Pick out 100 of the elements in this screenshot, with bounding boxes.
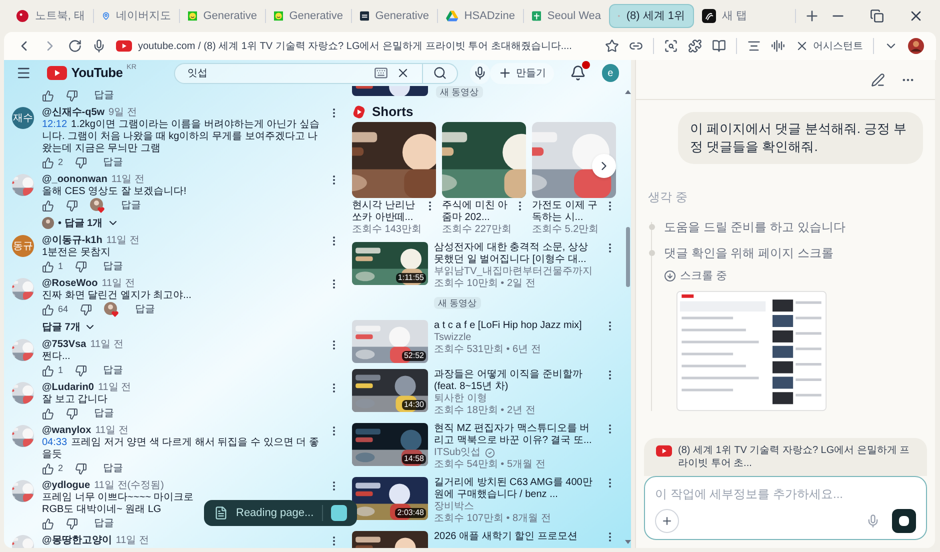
like-button[interactable]: [42, 408, 54, 420]
replies-toggle[interactable]: • 답글 1개: [42, 215, 119, 231]
verified-icon: [484, 448, 495, 458]
channel-name[interactable]: Tswizzle: [434, 332, 472, 344]
avatar[interactable]: 재수: [12, 107, 34, 129]
comment-time: 9일 전: [108, 107, 137, 119]
like-button[interactable]: 2: [42, 156, 64, 170]
thumbs-down-icon[interactable]: [75, 364, 88, 376]
search-button[interactable]: [423, 62, 458, 84]
stop-button[interactable]: [330, 505, 347, 521]
reply-button[interactable]: 답글: [117, 198, 145, 213]
comment-author[interactable]: @RoseWoo: [42, 278, 98, 290]
comment-author[interactable]: @신재수-q5w: [42, 107, 105, 119]
book-icon[interactable]: [712, 39, 726, 53]
restore-icon[interactable]: [870, 9, 884, 23]
menu-icon[interactable]: [16, 65, 32, 81]
comment-time: 11일 전: [106, 235, 140, 247]
edit-icon[interactable]: [871, 72, 885, 86]
reload-icon[interactable]: [68, 39, 82, 53]
thumbs-down-icon[interactable]: [66, 518, 78, 530]
reply-button[interactable]: 답글: [90, 88, 118, 103]
scan-search-icon[interactable]: [664, 39, 678, 53]
channel-name[interactable]: 퇴사한 이형: [434, 392, 487, 404]
add-button[interactable]: [655, 509, 679, 533]
browser-tab[interactable]: Generative: [352, 4, 437, 28]
video-title[interactable]: 삼성전자에 대한 충격적 소문, 상상 못했던 일 벌어집니다 [이형수 대...: [434, 242, 598, 266]
video-title[interactable]: 현직 MZ 편집자가 맥스튜디오를 버리고 맥북으로 바꾼 이유? 결국 또...: [434, 422, 598, 446]
short-title[interactable]: 현시각 난리난 쏘카 아반떼...: [352, 200, 422, 224]
timestamp-link[interactable]: 12:12: [42, 119, 68, 130]
reply-button[interactable]: 답글: [99, 259, 128, 274]
thumbs-down-icon[interactable]: [75, 156, 88, 168]
replies-toggle[interactable]: 답글 7개: [42, 319, 96, 335]
comment-text: 쩐다...: [42, 351, 72, 363]
browser-tab[interactable]: (8) 세계 1위: [609, 4, 694, 28]
comment-author[interactable]: @wanylox: [42, 425, 92, 437]
like-button[interactable]: [42, 518, 54, 530]
context-chip[interactable]: (8) 세계 1위 TV 기술력 자랑쇼? LG에서 은밀하게 프라이빗 투어 초...: [644, 438, 927, 476]
comment-time: 11일 전: [102, 278, 135, 290]
microphone-icon[interactable]: [92, 39, 106, 53]
thumbs-down-icon[interactable]: [80, 304, 92, 316]
like-button[interactable]: 64: [42, 302, 68, 316]
browser-tab[interactable]: Seoul Wea: [524, 4, 609, 28]
thumbs-down-icon[interactable]: [66, 408, 78, 420]
like-button[interactable]: [42, 200, 54, 212]
thumbs-down-icon[interactable]: [75, 462, 88, 474]
thumbs-down-icon[interactable]: [75, 260, 88, 272]
channel-name[interactable]: 장비박스: [434, 500, 474, 512]
star-icon[interactable]: [605, 39, 619, 53]
comment-author[interactable]: @753Vsa: [42, 339, 86, 351]
assistant-button[interactable]: 어시스턴트: [795, 38, 863, 54]
video-title[interactable]: 길거리에 방치된 C63 AMG를 400만 원에 구매했습니다 / benz ...: [434, 476, 598, 500]
short-title[interactable]: 가전도 이제 구독하는 시...: [532, 200, 602, 224]
search-field[interactable]: 잇섭: [174, 62, 424, 84]
comment-author[interactable]: @_oononwan: [42, 174, 108, 186]
message-input[interactable]: 이 작업에 세부정보를 추가하세요...: [655, 485, 916, 503]
message-field[interactable]: 이 작업에 세부정보를 추가하세요...: [644, 476, 927, 540]
like-button[interactable]: 2: [42, 462, 64, 476]
reply-button[interactable]: 답글: [90, 516, 118, 531]
short-title[interactable]: 주식에 미친 아줌마 202...: [442, 200, 512, 224]
create-button[interactable]: 만들기: [490, 62, 554, 84]
keyboard-icon[interactable]: [374, 66, 388, 80]
voice-search-button[interactable]: [470, 62, 490, 84]
reply-button[interactable]: 답글: [90, 406, 118, 421]
comment-author[interactable]: @몽땅한고양이: [42, 535, 112, 547]
browser-tab[interactable]: Generative: [266, 4, 351, 28]
like-button[interactable]: 1: [42, 364, 64, 378]
browser-tab[interactable]: 새 탭: [694, 4, 779, 28]
video-title[interactable]: a t c a f e [LoFi Hip hop Jazz mix]: [434, 320, 598, 332]
puzzle-icon[interactable]: [688, 39, 702, 53]
browser-tab[interactable]: 노트북, 태: [8, 4, 93, 28]
video-title[interactable]: 과장들은 어떻게 이직을 준비할까 (feat. 8~15년 차): [434, 368, 598, 392]
channel-name[interactable]: 부읽남TV_내집마련부터건물주까지: [434, 266, 592, 278]
browser-tab[interactable]: 네이버지도: [94, 4, 179, 28]
browser-tab[interactable]: HSADzine: [438, 4, 523, 28]
like-button[interactable]: [42, 90, 54, 102]
reply-button[interactable]: 답글: [99, 363, 128, 378]
lines-icon[interactable]: [747, 39, 761, 53]
audio-lines-icon[interactable]: [771, 39, 785, 53]
browser-tab[interactable]: Generative: [180, 4, 265, 28]
thumbs-down-icon[interactable]: [66, 90, 78, 102]
profile-avatar-icon[interactable]: [908, 38, 924, 54]
bell-icon[interactable]: [570, 65, 586, 81]
thumbs-down-icon[interactable]: [66, 200, 78, 212]
reply-button[interactable]: 답글: [99, 461, 128, 476]
like-button[interactable]: 1: [42, 260, 64, 274]
reply-button[interactable]: 답글: [131, 302, 160, 317]
timestamp-link[interactable]: 04:33: [42, 437, 68, 448]
comment-author[interactable]: @이동규-k1h: [42, 235, 102, 247]
youtube-logo-text[interactable]: YouTube: [71, 63, 123, 83]
new-tab-icon[interactable]: [804, 8, 820, 24]
comment-author[interactable]: @ydlogue: [42, 480, 90, 492]
comment-author[interactable]: @Ludarin0: [42, 382, 94, 394]
document-icon: [214, 506, 228, 520]
address-text[interactable]: youtube.com / (8) 세계 1위 TV 기술력 자랑쇼? LG에서 은밀하게 프라이빗 투어 초대해줬습니다....: [138, 38, 572, 54]
channel-name[interactable]: ITSub잇섭: [434, 446, 481, 458]
reply-button[interactable]: 답글: [99, 155, 128, 170]
account-avatar[interactable]: e: [602, 64, 619, 82]
section-title: Shorts: [372, 103, 414, 121]
stop-button[interactable]: [892, 509, 916, 533]
video-title[interactable]: 2026 애플 새학기 할인 프로모션: [434, 530, 598, 542]
